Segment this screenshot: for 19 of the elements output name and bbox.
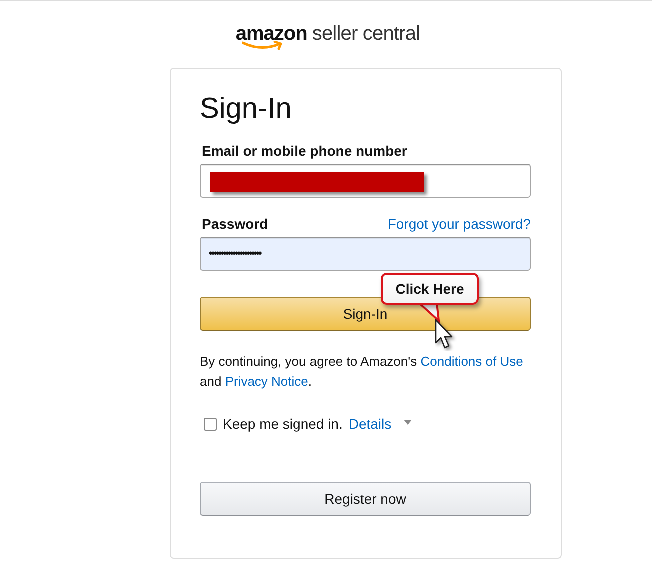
- form-title: Sign-In: [200, 92, 293, 127]
- email-field[interactable]: [200, 164, 531, 198]
- legal-notice: By continuing, you agree to Amazon's Conditions of Use and Privacy Notice.: [200, 353, 524, 391]
- smile-arrow-icon: [242, 41, 284, 51]
- checkbox-label: Keep me signed in.: [223, 416, 343, 432]
- brand-logo-text: amazon: [236, 23, 308, 45]
- forgot-password-link[interactable]: Forgot your password?: [388, 216, 531, 232]
- click-here-callout: Click Here: [381, 273, 479, 305]
- keep-signed-in-checkbox[interactable]: [204, 418, 217, 430]
- sign-in-button[interactable]: Sign-In: [200, 297, 531, 331]
- privacy-link[interactable]: Privacy Notice: [225, 374, 308, 389]
- register-button[interactable]: Register now: [200, 482, 531, 516]
- details-link[interactable]: Details: [348, 416, 392, 432]
- caret-icon[interactable]: [404, 420, 412, 424]
- conditions-link[interactable]: Conditions of Use: [420, 354, 524, 369]
- product-name: seller central: [312, 23, 420, 45]
- field-label: Password: [202, 216, 268, 232]
- password-field[interactable]: ••••••••••••••••••••••: [200, 237, 531, 271]
- field-label: Email or mobile phone number: [202, 143, 408, 159]
